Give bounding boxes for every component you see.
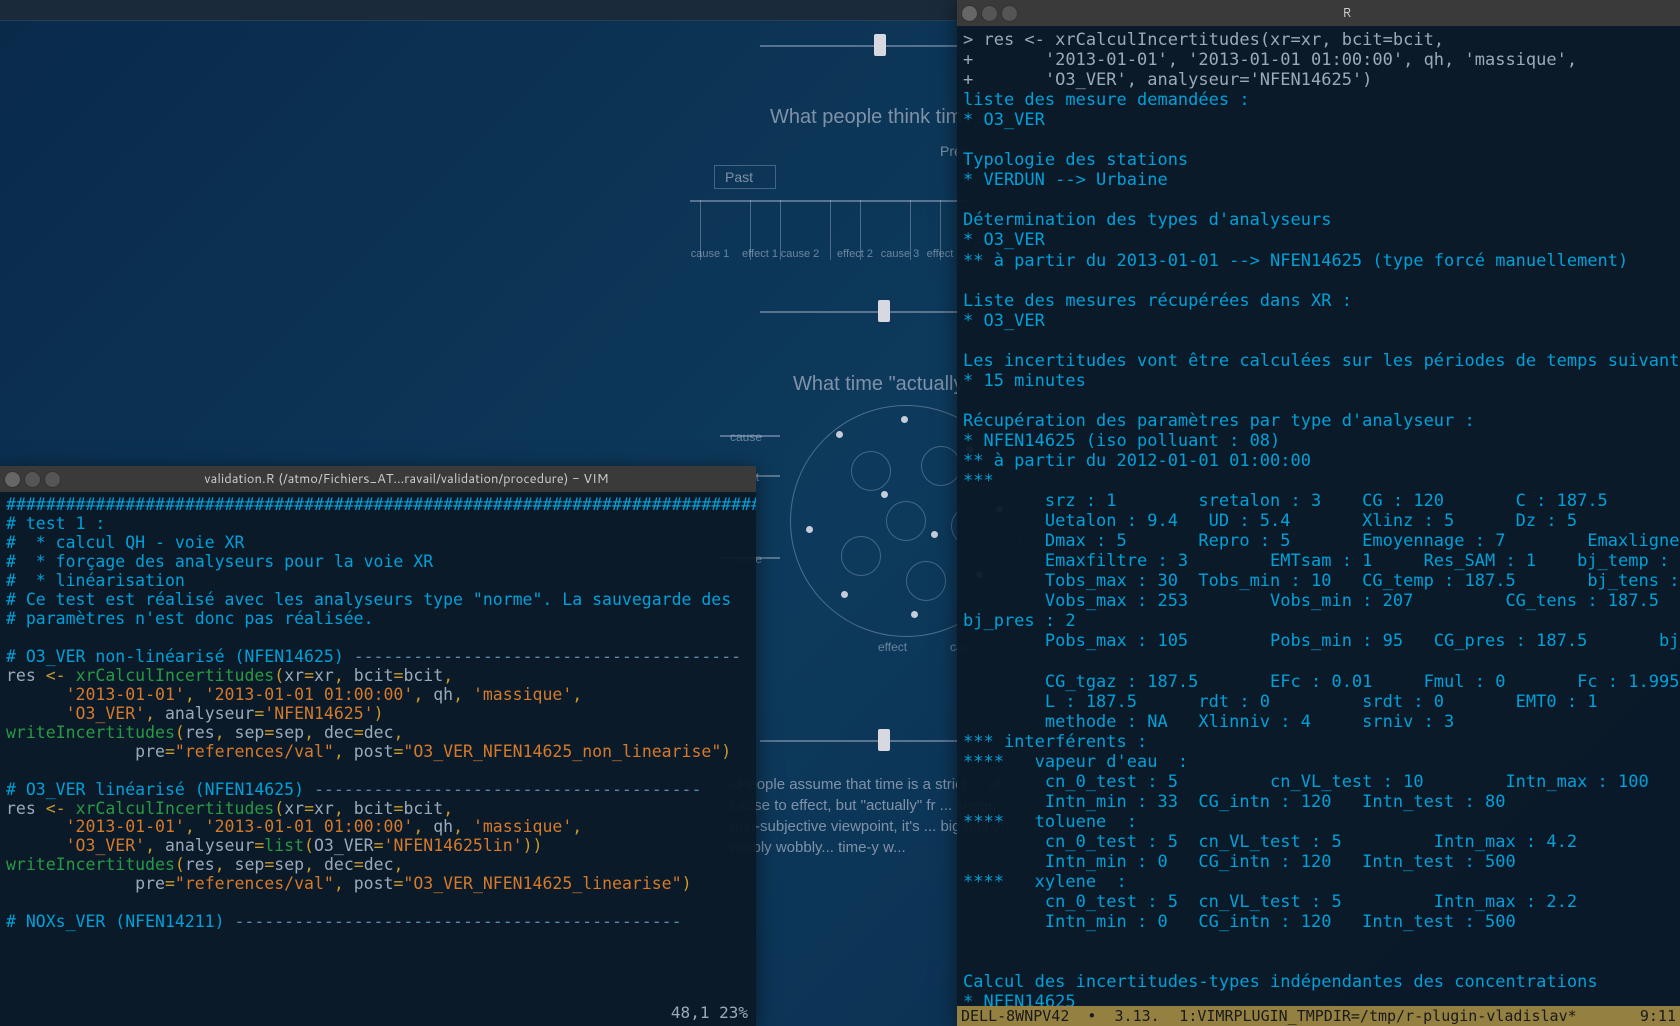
slider-track-2	[760, 311, 960, 313]
tick-label: cause 3	[881, 248, 920, 260]
tick-label: effect 2	[837, 248, 873, 260]
tick-label: cause 2	[781, 248, 820, 260]
past-label: Past	[714, 165, 776, 189]
vim-titlebar[interactable]: validation.R (/atmo/Fichiers_AT...ravail…	[0, 466, 756, 492]
wallpaper-heading-2: What time "actually"	[793, 373, 971, 396]
slider-handle-1	[874, 34, 886, 56]
tick-label: effect 1	[742, 248, 778, 260]
clock: 9:11	[1640, 1007, 1676, 1025]
tick-label: effect	[927, 248, 954, 260]
r-title: R	[1018, 4, 1676, 22]
vim-title: validation.R (/atmo/Fichiers_AT...ravail…	[61, 470, 752, 488]
maximize-icon[interactable]	[1001, 5, 1018, 22]
r-terminal-window[interactable]: R > res <- xrCalculIncertitudes(xr=xr, b…	[957, 0, 1680, 1026]
kernel-version: 3.13.	[1115, 1007, 1160, 1025]
vim-window[interactable]: validation.R (/atmo/Fichiers_AT...ravail…	[0, 466, 756, 1026]
tmux-statusbar: DELL-8WNPV42 • 3.13. 1:VIMRPLUGIN_TMPDIR…	[957, 1006, 1680, 1026]
wallpaper-heading-1: What people think tim	[770, 106, 962, 129]
vim-scroll-pct: 23%	[719, 1003, 748, 1022]
r-titlebar[interactable]: R	[957, 0, 1680, 26]
close-icon[interactable]	[961, 5, 978, 22]
vim-cursor-pos: 48,1	[671, 1003, 710, 1022]
slider-track-1	[760, 45, 960, 47]
r-terminal-area[interactable]: > res <- xrCalculIncertitudes(xr=xr, bci…	[957, 26, 1680, 1006]
slider-handle-3	[878, 729, 890, 751]
tmux-window-name: 1:VIMRPLUGIN_TMPDIR=/tmp/r-plugin-vladis…	[1179, 1007, 1576, 1025]
vim-editor-area[interactable]: ########################################…	[0, 492, 756, 1003]
slider-track-3	[760, 740, 960, 742]
side-label: cause	[730, 430, 762, 444]
close-icon[interactable]	[4, 471, 21, 488]
tick-label: cause 1	[691, 248, 730, 260]
minimize-icon[interactable]	[24, 471, 41, 488]
maximize-icon[interactable]	[44, 471, 61, 488]
hostname: DELL-8WNPV42	[961, 1007, 1069, 1025]
slider-handle-2	[878, 300, 890, 322]
side-label: effect	[878, 640, 907, 654]
minimize-icon[interactable]	[981, 5, 998, 22]
